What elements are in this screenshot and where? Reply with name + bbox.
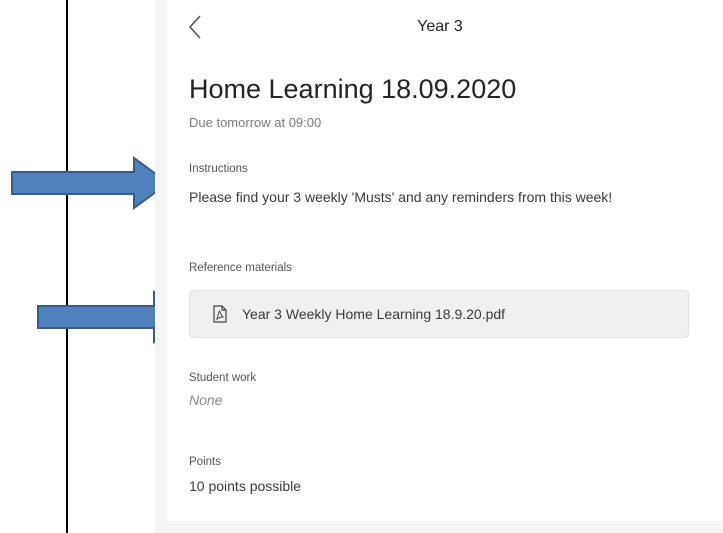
assignment-title: Home Learning 18.09.2020	[189, 74, 517, 104]
points-label: Points	[189, 456, 221, 468]
back-button[interactable]	[185, 14, 207, 40]
pdf-file-icon	[213, 305, 227, 323]
reference-file-attachment[interactable]: Year 3 Weekly Home Learning 18.9.20.pdf	[189, 290, 689, 338]
reference-file-name: Year 3 Weekly Home Learning 18.9.20.pdf	[242, 306, 506, 322]
annotation-arrow-instructions	[11, 156, 170, 210]
instructions-text: Please find your 3 weekly 'Musts' and an…	[189, 189, 613, 205]
student-work-value: None	[189, 392, 223, 408]
vertical-divider-line	[66, 0, 68, 533]
chevron-left-icon	[188, 15, 201, 39]
due-date: Due tomorrow at 09:00	[189, 115, 322, 130]
instructions-label: Instructions	[189, 163, 248, 175]
header-title: Year 3	[417, 18, 463, 35]
reference-materials-label: Reference materials	[189, 262, 292, 274]
student-work-label: Student work	[189, 372, 257, 384]
points-value: 10 points possible	[189, 478, 302, 494]
